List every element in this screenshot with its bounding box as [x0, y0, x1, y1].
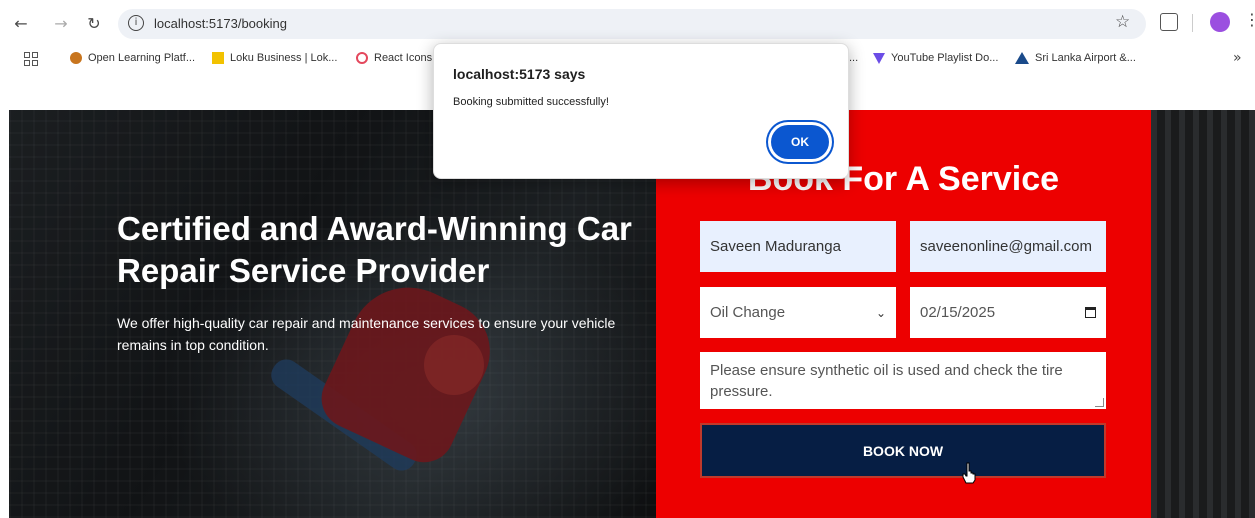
react-icon — [356, 52, 368, 64]
service-value: Oil Change — [710, 304, 786, 321]
dialog-message: Booking submitted successfully! — [453, 96, 609, 108]
hand-cursor-icon — [962, 462, 976, 484]
date-value: 02/15/2025 — [920, 304, 996, 321]
airport-icon — [1015, 52, 1029, 64]
hero-title: Certified and Award-Winning Car Repair S… — [117, 210, 632, 289]
email-value: saveenonline@gmail.com — [920, 238, 1092, 255]
date-input[interactable]: 02/15/2025 — [910, 287, 1106, 338]
bookmark-airport[interactable]: Sri Lanka Airport &... — [1015, 52, 1136, 64]
bookmark-label: Loku Business | Lok... — [230, 52, 338, 64]
bookmark-truncated[interactable]: ... — [849, 52, 858, 64]
calendar-icon[interactable] — [1085, 307, 1096, 318]
notes-textarea[interactable]: Please ensure synthetic oil is used and … — [700, 352, 1106, 409]
bookmark-react-icons[interactable]: React Icons — [356, 52, 432, 64]
hero-image-mechanic — [311, 267, 507, 473]
bookmark-open-learning[interactable]: Open Learning Platf... — [70, 52, 195, 64]
alert-dialog: localhost:5173 says Booking submitted su… — [433, 43, 849, 179]
forward-icon[interactable]: → — [50, 12, 72, 34]
toolbar-divider — [1192, 14, 1193, 32]
youtube-playlist-icon — [873, 52, 885, 64]
name-input[interactable]: Saveen Maduranga — [700, 221, 896, 272]
hero-image-arm — [265, 353, 423, 477]
bookmark-youtube-playlist[interactable]: YouTube Playlist Do... — [873, 52, 998, 64]
service-select[interactable]: Oil Change ⌄ — [700, 287, 896, 338]
bookmarks-more-icon[interactable]: » — [1233, 50, 1242, 66]
bookmark-label: Sri Lanka Airport &... — [1035, 52, 1136, 64]
extensions-icon[interactable] — [1160, 13, 1178, 31]
book-now-button[interactable]: BOOK NOW — [700, 423, 1106, 478]
profile-avatar[interactable] — [1210, 12, 1230, 32]
bookmark-label: React Icons — [374, 52, 433, 64]
reload-icon[interactable]: ↻ — [83, 12, 105, 34]
url-text[interactable]: localhost:5173/booking — [154, 16, 287, 31]
bookmark-star-icon[interactable]: ☆ — [1115, 12, 1130, 32]
menu-kebab-icon[interactable]: ⋮ — [1244, 10, 1255, 29]
hero-right-image — [1151, 110, 1255, 518]
address-bar[interactable]: i localhost:5173/booking — [118, 9, 1146, 39]
back-icon[interactable]: ← — [10, 12, 32, 34]
site-info-icon[interactable]: i — [128, 15, 144, 31]
notes-value: Please ensure synthetic oil is used and … — [710, 362, 1063, 400]
hero-subtitle: We offer high-quality car repair and mai… — [117, 315, 616, 353]
ok-button[interactable]: OK — [771, 125, 829, 159]
dialog-title: localhost:5173 says — [453, 66, 586, 82]
resize-handle-icon[interactable] — [1095, 398, 1104, 407]
chevron-down-icon: ⌄ — [875, 305, 886, 320]
bookmark-loku[interactable]: Loku Business | Lok... — [212, 52, 337, 64]
email-input[interactable]: saveenonline@gmail.com — [910, 221, 1106, 272]
loku-icon — [212, 52, 224, 64]
open-learning-icon — [70, 52, 82, 64]
bookmark-label: YouTube Playlist Do... — [891, 52, 999, 64]
bookmark-label: Open Learning Platf... — [88, 52, 196, 64]
bookmark-label: ... — [849, 52, 859, 64]
name-value: Saveen Maduranga — [710, 238, 841, 255]
